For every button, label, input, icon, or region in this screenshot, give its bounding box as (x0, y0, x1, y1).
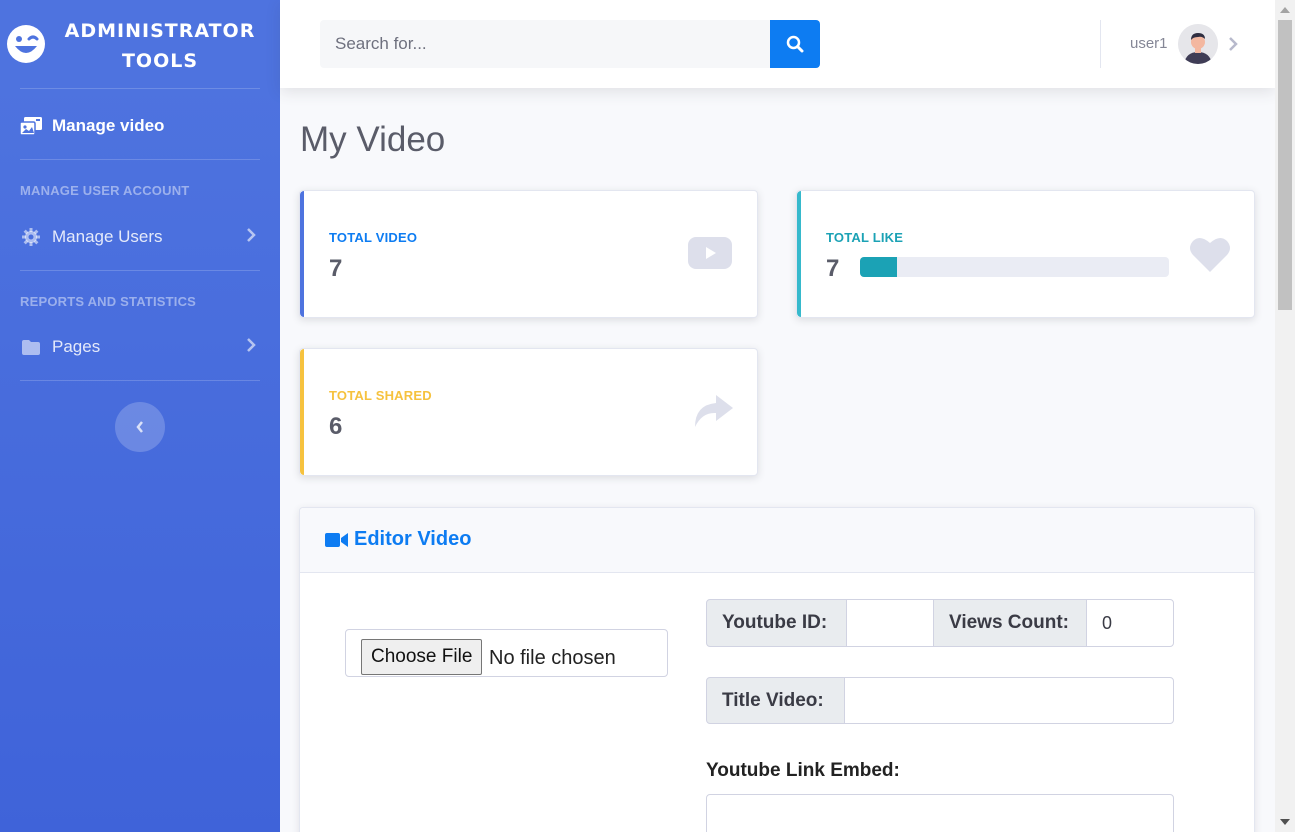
stat-label: TOTAL SHARED (329, 388, 432, 403)
gear-icon (20, 227, 42, 247)
stat-card-total-like: TOTAL LIKE 7 (796, 190, 1255, 318)
scroll-thumb[interactable] (1278, 20, 1292, 310)
title-video-label: Title Video: (706, 677, 845, 724)
chevron-right-icon[interactable] (1228, 36, 1238, 52)
sidebar-item-label: Pages (52, 337, 101, 356)
page-title: My Video (300, 120, 446, 159)
stat-accent-bar (300, 191, 304, 317)
title-video-input[interactable] (844, 677, 1174, 724)
brand[interactable]: ADMINISTRATOR TOOLS (0, 0, 280, 88)
stat-value: 7 (329, 255, 343, 282)
scrollbar[interactable] (1275, 0, 1295, 832)
stat-label: TOTAL LIKE (826, 230, 904, 245)
sidebar-divider (20, 380, 260, 381)
sidebar-divider (20, 159, 260, 160)
stat-value: 7 (826, 255, 840, 282)
editor-video-card: Editor Video Choose File No file chosen … (299, 507, 1255, 832)
chevron-right-icon (247, 228, 256, 242)
file-upload-field: Choose File No file chosen (345, 629, 668, 677)
folder-icon (20, 337, 42, 357)
chevron-right-icon (247, 338, 256, 352)
like-progress-bar (860, 257, 1169, 277)
youtube-play-icon (688, 237, 732, 269)
stat-accent-bar (797, 191, 801, 317)
youtube-id-input[interactable] (846, 599, 934, 647)
sidebar-item-manage-users[interactable]: Manage Users (20, 225, 260, 249)
topbar-divider (1100, 20, 1101, 68)
stat-card-total-video: TOTAL VIDEO 7 (299, 190, 758, 318)
choose-file-button[interactable]: Choose File (361, 639, 483, 675)
scroll-up-arrow[interactable] (1280, 7, 1290, 13)
youtube-embed-textarea[interactable] (706, 794, 1174, 832)
sidebar: ADMINISTRATOR TOOLS Manage video MANAGE … (0, 0, 280, 832)
search-icon (786, 35, 804, 53)
search-input[interactable] (320, 20, 770, 68)
sidebar-divider (20, 270, 260, 271)
scroll-down-arrow[interactable] (1280, 819, 1290, 825)
heart-icon (1190, 237, 1230, 272)
photo-video-icon (20, 116, 42, 136)
username[interactable]: user1 (1130, 35, 1168, 52)
search-button[interactable] (770, 20, 820, 68)
sidebar-toggle-button[interactable] (115, 402, 165, 452)
sidebar-item-pages[interactable]: Pages (20, 335, 260, 359)
stat-label: TOTAL VIDEO (329, 230, 418, 245)
smiley-wink-icon (7, 25, 45, 63)
editor-title-text: Editor Video (354, 528, 472, 550)
search-field (320, 20, 770, 68)
sidebar-heading: REPORTS AND STATISTICS (20, 294, 197, 309)
sidebar-item-manage-video[interactable]: Manage video (20, 114, 260, 138)
stat-card-total-shared: TOTAL SHARED 6 (299, 348, 758, 476)
stat-value: 6 (329, 413, 343, 440)
sidebar-item-label: Manage Users (52, 227, 163, 246)
youtube-id-label: Youtube ID: (706, 599, 847, 647)
youtube-embed-label: Youtube Link Embed: (706, 760, 900, 781)
user-avatar-icon[interactable] (1178, 24, 1218, 64)
sidebar-heading: MANAGE USER ACCOUNT (20, 183, 190, 198)
views-count-input[interactable]: 0 (1086, 599, 1174, 647)
progress-fill (860, 257, 898, 277)
sidebar-item-label: Manage video (52, 116, 165, 135)
video-camera-icon (325, 532, 348, 547)
sidebar-divider (20, 88, 260, 89)
brand-title: ADMINISTRATOR TOOLS (64, 20, 256, 72)
topbar: user1 (280, 0, 1275, 88)
share-arrow-icon (695, 395, 733, 427)
editor-title: Editor Video (325, 528, 471, 551)
stat-accent-bar (300, 349, 304, 475)
views-count-label: Views Count: (933, 599, 1087, 647)
chevron-left-icon (136, 421, 143, 433)
file-status: No file chosen (489, 647, 616, 669)
editor-card-header: Editor Video (300, 508, 1254, 573)
